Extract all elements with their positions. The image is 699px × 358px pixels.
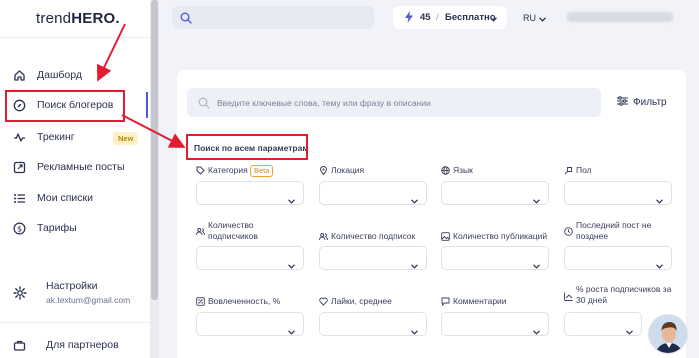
annotation-arrows: [96, 23, 186, 148]
